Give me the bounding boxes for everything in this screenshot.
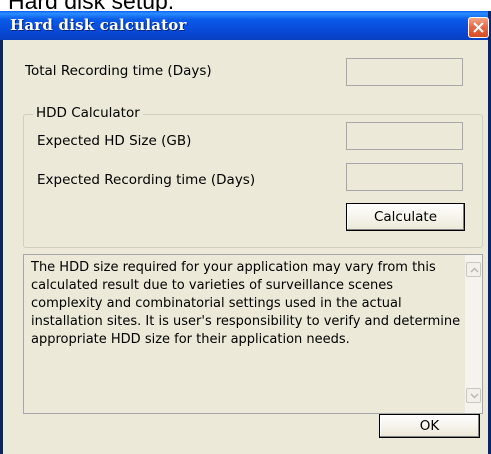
scroll-up-button[interactable] (466, 262, 481, 277)
total-recording-field[interactable] (346, 58, 463, 86)
calculate-button-label: Calculate (373, 209, 438, 225)
hdd-calculator-group-label: HDD Calculator (33, 105, 143, 121)
title-bar[interactable]: Hard disk calculator (0, 11, 489, 40)
close-icon (473, 22, 484, 33)
ok-button[interactable]: OK (379, 414, 480, 438)
recording-time-field[interactable] (346, 163, 463, 191)
dialog-title: Hard disk calculator (10, 16, 187, 34)
chevron-down-icon (470, 393, 479, 399)
close-button[interactable] (468, 17, 489, 38)
hd-size-label: Expected HD Size (GB) (37, 133, 192, 149)
recording-time-label: Expected Recording time (Days) (37, 172, 256, 188)
hard-disk-calculator-dialog: Hard disk calculator Total Recording tim… (0, 11, 491, 454)
scroll-down-button[interactable] (466, 388, 481, 403)
disclaimer-textbox[interactable]: The HDD size required for your applicati… (23, 254, 483, 414)
total-recording-label: Total Recording time (Days) (25, 63, 212, 79)
chevron-up-icon (470, 267, 479, 273)
disclaimer-text: The HDD size required for your applicati… (31, 260, 461, 347)
hd-size-field[interactable] (346, 122, 463, 150)
disclaimer-scrollbar[interactable] (465, 255, 482, 413)
calculate-button[interactable]: Calculate (346, 203, 465, 231)
ok-button-label: OK (419, 418, 440, 434)
page-caption: Hard disk setup. (0, 0, 491, 11)
